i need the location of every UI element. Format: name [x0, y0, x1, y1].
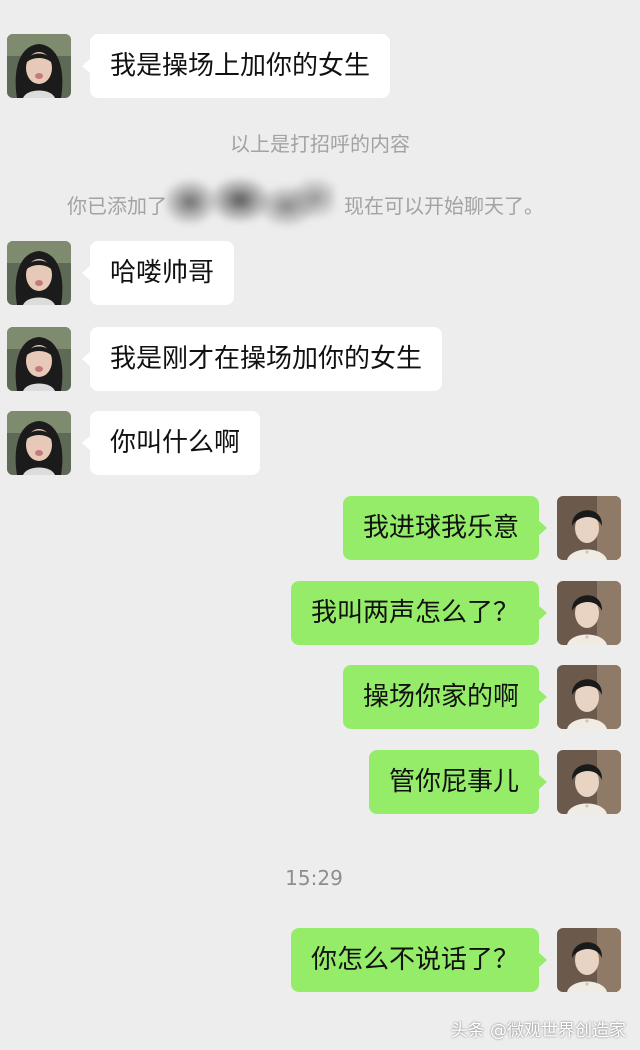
- chat-timestamp: 15:29: [285, 866, 343, 890]
- redacted-name: [165, 176, 335, 228]
- message-bubble[interactable]: 管你屁事儿: [368, 750, 548, 814]
- message-bubble[interactable]: 我进球我乐意: [342, 496, 548, 560]
- girl-avatar-icon[interactable]: [7, 34, 71, 98]
- message-bubble[interactable]: 我是操场上加你的女生: [81, 34, 391, 98]
- girl-avatar-icon[interactable]: [7, 411, 71, 475]
- boy-avatar-icon[interactable]: [557, 665, 621, 729]
- message-bubble[interactable]: 操场你家的啊: [342, 665, 548, 729]
- boy-avatar-icon[interactable]: [557, 581, 621, 645]
- added-suffix: 现在可以开始聊天了。: [344, 194, 544, 218]
- message-bubble[interactable]: 你叫什么啊: [81, 411, 261, 475]
- message-bubble[interactable]: 我叫两声怎么了？: [290, 581, 548, 645]
- message-bubble[interactable]: 哈喽帅哥: [81, 241, 235, 305]
- boy-avatar-icon[interactable]: [557, 928, 621, 992]
- message-bubble[interactable]: 我是刚才在操场加你的女生: [81, 327, 443, 391]
- watermark: 头条 @微观世界创造家: [450, 1021, 626, 1041]
- boy-avatar-icon[interactable]: [557, 496, 621, 560]
- message-bubble[interactable]: 你怎么不说话了？: [290, 928, 548, 992]
- girl-avatar-icon[interactable]: [7, 241, 71, 305]
- girl-avatar-icon[interactable]: [7, 327, 71, 391]
- greeting-notice: 以上是打招呼的内容: [230, 132, 410, 156]
- added-prefix: 你已添加了: [67, 194, 167, 218]
- boy-avatar-icon[interactable]: [557, 750, 621, 814]
